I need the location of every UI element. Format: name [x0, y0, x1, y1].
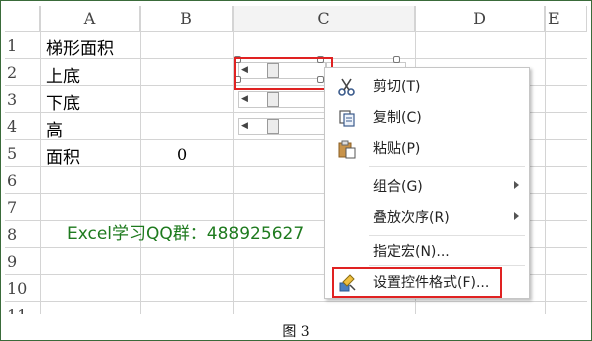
- highlight-box-menu-item: [332, 267, 502, 298]
- cell-a3[interactable]: 下底: [46, 89, 80, 114]
- cell-b5[interactable]: 0: [177, 145, 187, 164]
- row-header-7[interactable]: 7: [5, 198, 37, 217]
- row-header-2[interactable]: 2: [5, 63, 37, 82]
- grid-line: [140, 6, 141, 314]
- row-header-4[interactable]: 4: [5, 117, 37, 136]
- menu-separator: [369, 265, 525, 266]
- context-menu: 剪切(T) 复制(C) 粘贴(P) 组合(G) 叠放次序(R) 指定宏(N)..…: [324, 67, 530, 299]
- highlight-box-control: [234, 57, 333, 90]
- cell-a2[interactable]: 上底: [46, 62, 80, 87]
- grid-line: [40, 6, 41, 314]
- cell-a4[interactable]: 高: [46, 116, 63, 141]
- grid-line: [5, 31, 587, 32]
- row-header-9[interactable]: 9: [5, 252, 37, 271]
- paste-icon: [337, 139, 357, 159]
- menu-item-copy[interactable]: 复制(C): [325, 102, 529, 133]
- row-header-1[interactable]: 1: [5, 36, 37, 55]
- menu-item-label: 组合(G): [373, 179, 423, 195]
- menu-separator: [369, 166, 525, 167]
- menu-item-label: 指定宏(N)...: [373, 244, 450, 260]
- column-header-c[interactable]: C: [233, 6, 415, 31]
- resize-handle[interactable]: [393, 56, 400, 63]
- cell-a5[interactable]: 面积: [46, 143, 80, 168]
- corner-header[interactable]: [5, 6, 40, 31]
- column-header-b[interactable]: B: [140, 6, 233, 31]
- row-header-5[interactable]: 5: [5, 144, 37, 163]
- scrollbar-control[interactable]: ◀: [238, 91, 338, 108]
- row-header-11[interactable]: 11: [5, 306, 37, 314]
- menu-item-label: 剪切(T): [373, 79, 421, 95]
- spreadsheet-screenshot: A B C D E 1 2 3 4 5 6 7 8 9 10 11 梯形面积 上…: [5, 6, 587, 314]
- grid-line: [545, 6, 546, 314]
- row-header-8[interactable]: 8: [5, 225, 37, 244]
- menu-item-label: 复制(C): [373, 110, 422, 126]
- menu-item-label: 粘贴(P): [373, 141, 421, 157]
- column-header-a[interactable]: A: [40, 6, 140, 31]
- row-header-6[interactable]: 6: [5, 171, 37, 190]
- menu-item-assign-macro[interactable]: 指定宏(N)...: [325, 236, 529, 267]
- grid-line: [233, 6, 234, 314]
- column-header-d[interactable]: D: [415, 6, 545, 31]
- menu-item-label: 叠放次序(R): [373, 210, 450, 226]
- watermark-text: Excel学习QQ群：488925627: [67, 224, 305, 244]
- figure-caption: 图 3: [282, 324, 310, 340]
- submenu-arrow-icon: [514, 181, 519, 189]
- column-header-e[interactable]: E: [545, 6, 587, 31]
- cell-a1[interactable]: 梯形面积: [46, 34, 114, 59]
- scroll-left-arrow-icon[interactable]: ◀: [241, 119, 251, 134]
- scrollbar-control[interactable]: ◀: [238, 118, 338, 135]
- menu-item-paste[interactable]: 粘贴(P): [325, 133, 529, 164]
- menu-item-order[interactable]: 叠放次序(R): [325, 202, 529, 233]
- row-header-10[interactable]: 10: [5, 279, 37, 298]
- copy-icon: [337, 108, 357, 128]
- menu-item-group[interactable]: 组合(G): [325, 171, 529, 202]
- submenu-arrow-icon: [514, 212, 519, 220]
- scroll-thumb[interactable]: [267, 119, 279, 134]
- grid-line: [5, 301, 587, 302]
- menu-item-cut[interactable]: 剪切(T): [325, 71, 529, 102]
- row-header-3[interactable]: 3: [5, 90, 37, 109]
- cut-icon: [337, 77, 357, 97]
- scroll-thumb[interactable]: [267, 92, 279, 107]
- scroll-left-arrow-icon[interactable]: ◀: [241, 92, 251, 107]
